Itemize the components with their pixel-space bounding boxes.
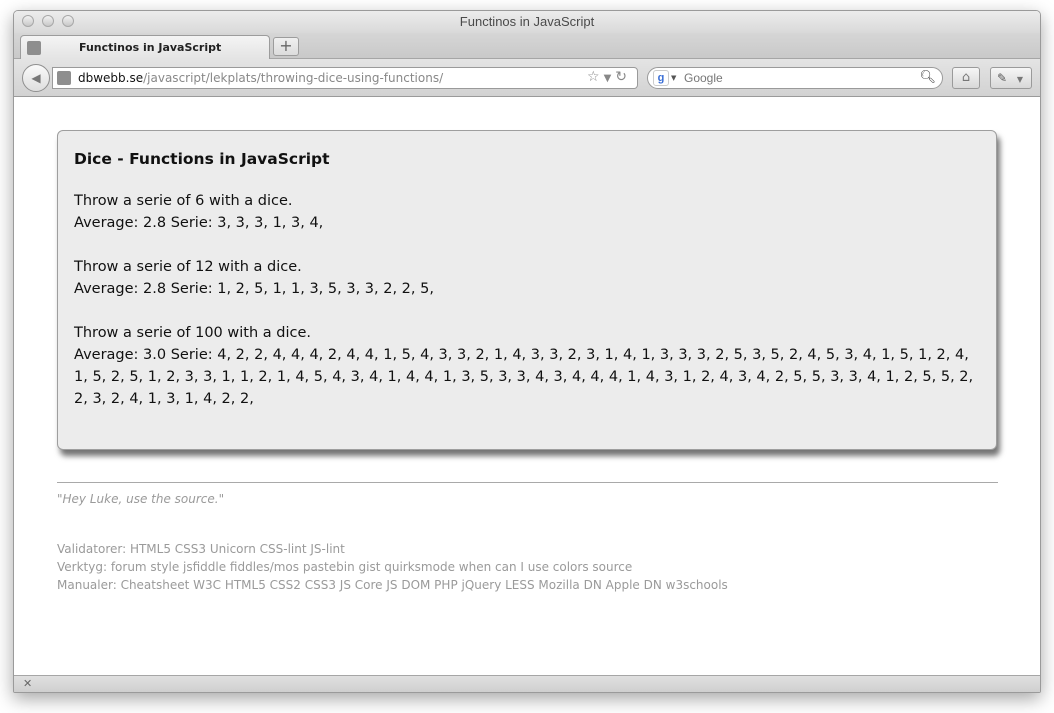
browser-window: Functinos in JavaScript Functinos in Jav…: [13, 10, 1041, 693]
footer-divider: [57, 482, 998, 483]
tools-dropdown-icon: ▼: [1016, 75, 1024, 84]
page-favicon-icon: [27, 41, 41, 55]
window-title: Functinos in JavaScript: [459, 14, 595, 29]
throw-result: Average: 2.8 Serie: 1, 2, 5, 1, 1, 3, 5,…: [74, 281, 434, 297]
engine-dropdown-icon[interactable]: ▼: [671, 74, 676, 82]
page-content: Dice - Functions in JavaScript Throw a s…: [14, 98, 1040, 676]
star-icon[interactable]: ☆: [587, 69, 604, 85]
footer-quote: "Hey Luke, use the source.": [57, 492, 225, 506]
search-engine-icon[interactable]: g: [653, 70, 669, 86]
home-icon: ⌂: [961, 70, 971, 85]
page-heading: Dice - Functions in JavaScript: [74, 150, 330, 168]
throw-result: Average: 2.8 Serie: 3, 3, 3, 1, 3, 4,: [74, 215, 324, 231]
throw-result-line: Average: 3.0 Serie: 4, 2, 2, 4, 4, 4, 2,…: [74, 347, 969, 363]
status-bar: ✕: [14, 675, 1040, 692]
new-tab-button[interactable]: +: [273, 37, 299, 56]
url-actions: ☆▼↻: [587, 69, 631, 85]
dropdown-icon[interactable]: ▼: [604, 73, 616, 84]
throw-intro: Throw a serie of 100 with a dice.: [74, 325, 311, 341]
site-favicon-icon: [57, 71, 71, 85]
throw-result-line: 1, 5, 2, 5, 1, 2, 3, 3, 1, 1, 2, 1, 4, 5…: [74, 369, 974, 385]
eyedropper-icon: ✎: [997, 71, 1008, 85]
navigation-toolbar: ◀ dbwebb.se/javascript/lekplats/throwing…: [14, 59, 1040, 97]
title-bar: Functinos in JavaScript: [14, 11, 1040, 33]
search-input[interactable]: Google: [684, 71, 723, 85]
throw-intro: Throw a serie of 6 with a dice.: [74, 193, 293, 209]
tab-label: Functinos in JavaScript: [79, 41, 222, 54]
tab-strip: Functinos in JavaScript +: [14, 33, 1040, 59]
footer-tools-links[interactable]: Verktyg: forum style jsfiddle fiddles/mo…: [57, 560, 632, 574]
magnifier-icon[interactable]: 🔍︎: [919, 70, 936, 85]
url-path: /javascript/lekplats/throwing-dice-using…: [143, 71, 444, 85]
tools-button[interactable]: ✎ ▼: [990, 67, 1032, 89]
throw-block-100: Throw a serie of 100 with a dice. Averag…: [74, 322, 980, 410]
back-button[interactable]: ◀: [22, 64, 50, 92]
footer-manuals-links[interactable]: Manualer: Cheatsheet W3C HTML5 CSS2 CSS3…: [57, 578, 728, 592]
back-arrow-icon: ◀: [31, 71, 41, 85]
close-icon[interactable]: ✕: [23, 677, 32, 690]
url-text: dbwebb.se/javascript/lekplats/throwing-d…: [78, 71, 443, 85]
home-button[interactable]: ⌂: [952, 67, 980, 89]
url-domain: dbwebb.se: [78, 71, 144, 85]
search-bar[interactable]: g ▼ Google 🔍︎: [647, 67, 943, 89]
footer-validators-links[interactable]: Validatorer: HTML5 CSS3 Unicorn CSS-lint…: [57, 542, 345, 556]
dice-panel: Dice - Functions in JavaScript Throw a s…: [57, 130, 997, 450]
reload-icon[interactable]: ↻: [615, 69, 631, 85]
throw-block-12: Throw a serie of 12 with a dice. Average…: [74, 256, 980, 300]
tab-active[interactable]: Functinos in JavaScript: [20, 35, 270, 59]
throw-block-6: Throw a serie of 6 with a dice. Average:…: [74, 190, 980, 234]
address-bar[interactable]: dbwebb.se/javascript/lekplats/throwing-d…: [52, 67, 638, 89]
throw-intro: Throw a serie of 12 with a dice.: [74, 259, 302, 275]
throw-result-line: 2, 3, 2, 4, 1, 3, 1, 4, 2, 2,: [74, 391, 254, 407]
